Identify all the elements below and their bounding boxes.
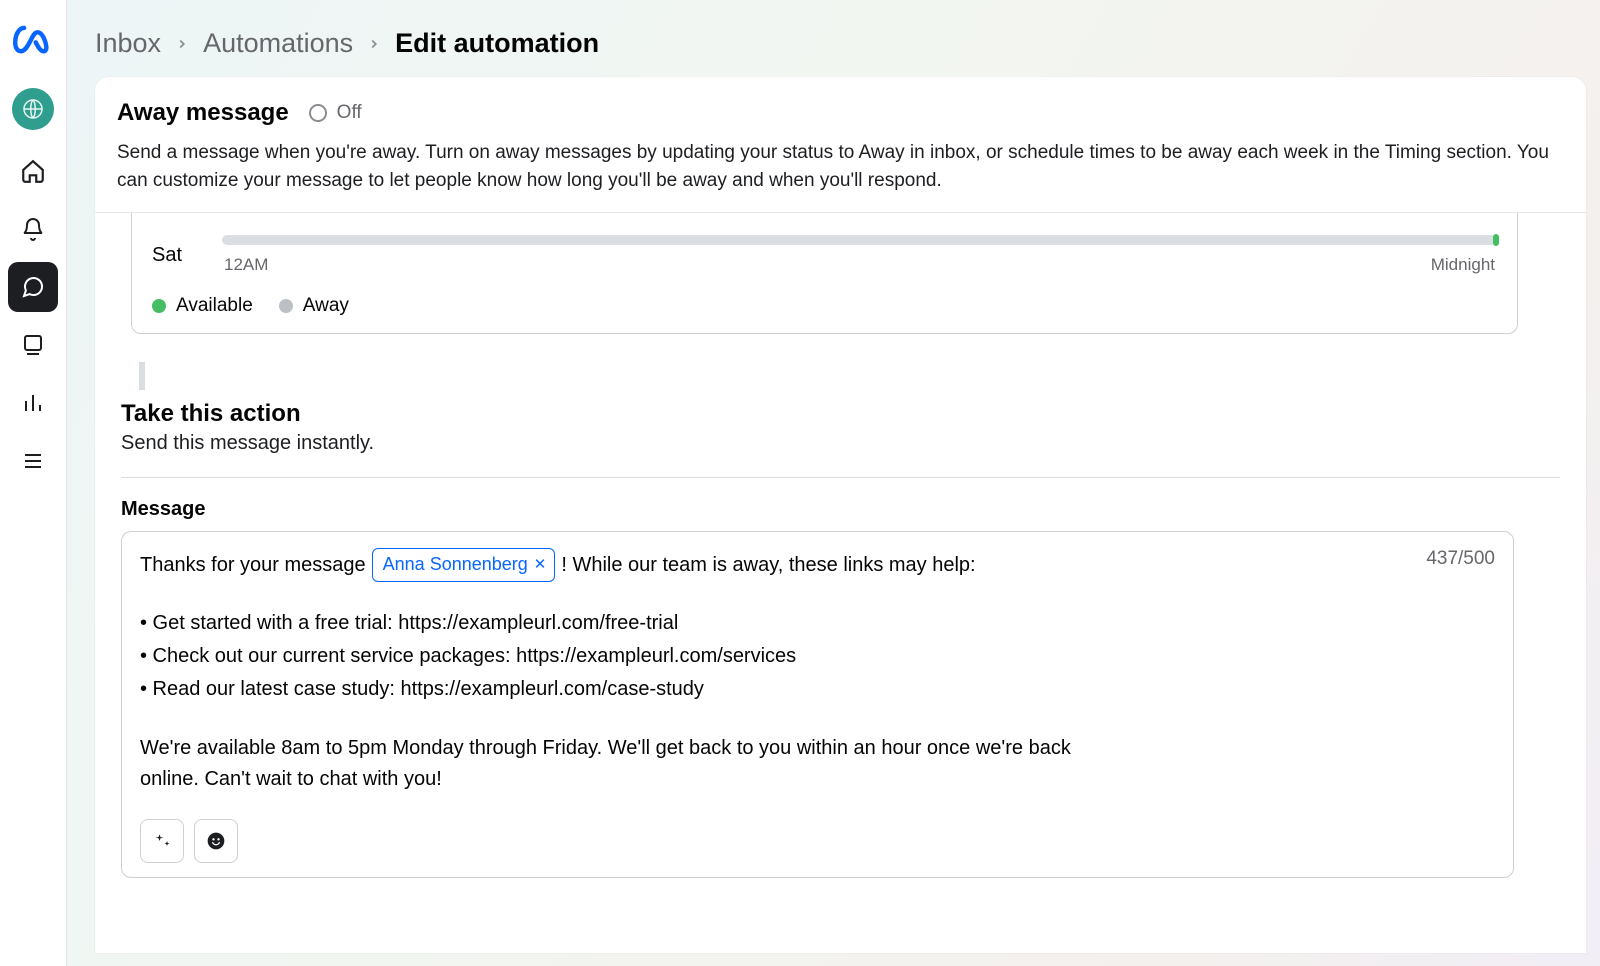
section-header: Away message Off Send a message when you… <box>95 77 1586 213</box>
nav-notifications[interactable] <box>8 204 58 254</box>
nav-inbox[interactable] <box>8 262 58 312</box>
breadcrumb-automations[interactable]: Automations <box>203 28 353 59</box>
message-text-after: ! While our team is away, these links ma… <box>561 550 975 581</box>
time-track[interactable] <box>222 235 1497 245</box>
nav-insights[interactable] <box>8 378 58 428</box>
sidebar <box>0 0 67 966</box>
action-block: Take this action Send this message insta… <box>117 400 1564 878</box>
time-end-marker <box>1493 234 1499 246</box>
nav-home[interactable] <box>8 146 58 196</box>
message-footer-text: We're available 8am to 5pm Monday throug… <box>140 733 1100 795</box>
breadcrumb: Inbox Automations Edit automation <box>67 0 1600 77</box>
message-bullet: • Read our latest case study: https://ex… <box>140 674 1495 705</box>
legend: Available Away <box>152 295 1497 317</box>
section-title: Away message <box>117 99 289 127</box>
meta-logo[interactable] <box>12 18 54 60</box>
chip-label: Anna Sonnenberg <box>383 551 528 579</box>
legend-away-dot <box>279 299 293 313</box>
char-counter: 437/500 <box>1426 548 1495 570</box>
divider <box>121 477 1560 478</box>
automation-card: Away message Off Send a message when you… <box>95 77 1586 953</box>
message-text-before: Thanks for your message <box>140 550 366 581</box>
personalization-chip[interactable]: Anna Sonnenberg ✕ <box>372 548 556 582</box>
message-bullet: • Check out our current service packages… <box>140 641 1495 672</box>
main-area: Inbox Automations Edit automation Away m… <box>67 0 1600 966</box>
section-connector <box>139 362 145 390</box>
breadcrumb-inbox[interactable]: Inbox <box>95 28 161 59</box>
action-subtitle: Send this message instantly. <box>121 432 1560 455</box>
day-label: Sat <box>152 244 196 267</box>
toggle-off-icon <box>309 104 327 122</box>
status-toggle[interactable]: Off <box>309 102 362 124</box>
workspace-avatar[interactable] <box>12 88 54 130</box>
message-editor[interactable]: 437/500 Thanks for your message Anna Son… <box>121 531 1514 878</box>
message-label: Message <box>121 498 1560 521</box>
emoji-button[interactable] <box>194 819 238 863</box>
nav-content[interactable] <box>8 320 58 370</box>
personalize-button[interactable] <box>140 819 184 863</box>
timing-schedule: Sat 12AM Midnight Available <box>131 213 1518 334</box>
time-end-label: Midnight <box>1431 255 1495 275</box>
breadcrumb-current: Edit automation <box>395 28 599 59</box>
section-description: Send a message when you're away. Turn on… <box>117 139 1564 194</box>
chip-remove-icon[interactable]: ✕ <box>534 553 547 576</box>
chevron-right-icon <box>367 37 381 51</box>
chevron-right-icon <box>175 37 189 51</box>
nav-menu[interactable] <box>8 436 58 486</box>
time-start-label: 12AM <box>224 255 268 275</box>
toggle-label: Off <box>337 102 362 124</box>
legend-away-label: Away <box>303 295 349 316</box>
legend-available-dot <box>152 299 166 313</box>
message-bullet: • Get started with a free trial: https:/… <box>140 608 1495 639</box>
action-title: Take this action <box>121 400 1560 428</box>
legend-available-label: Available <box>176 295 253 316</box>
